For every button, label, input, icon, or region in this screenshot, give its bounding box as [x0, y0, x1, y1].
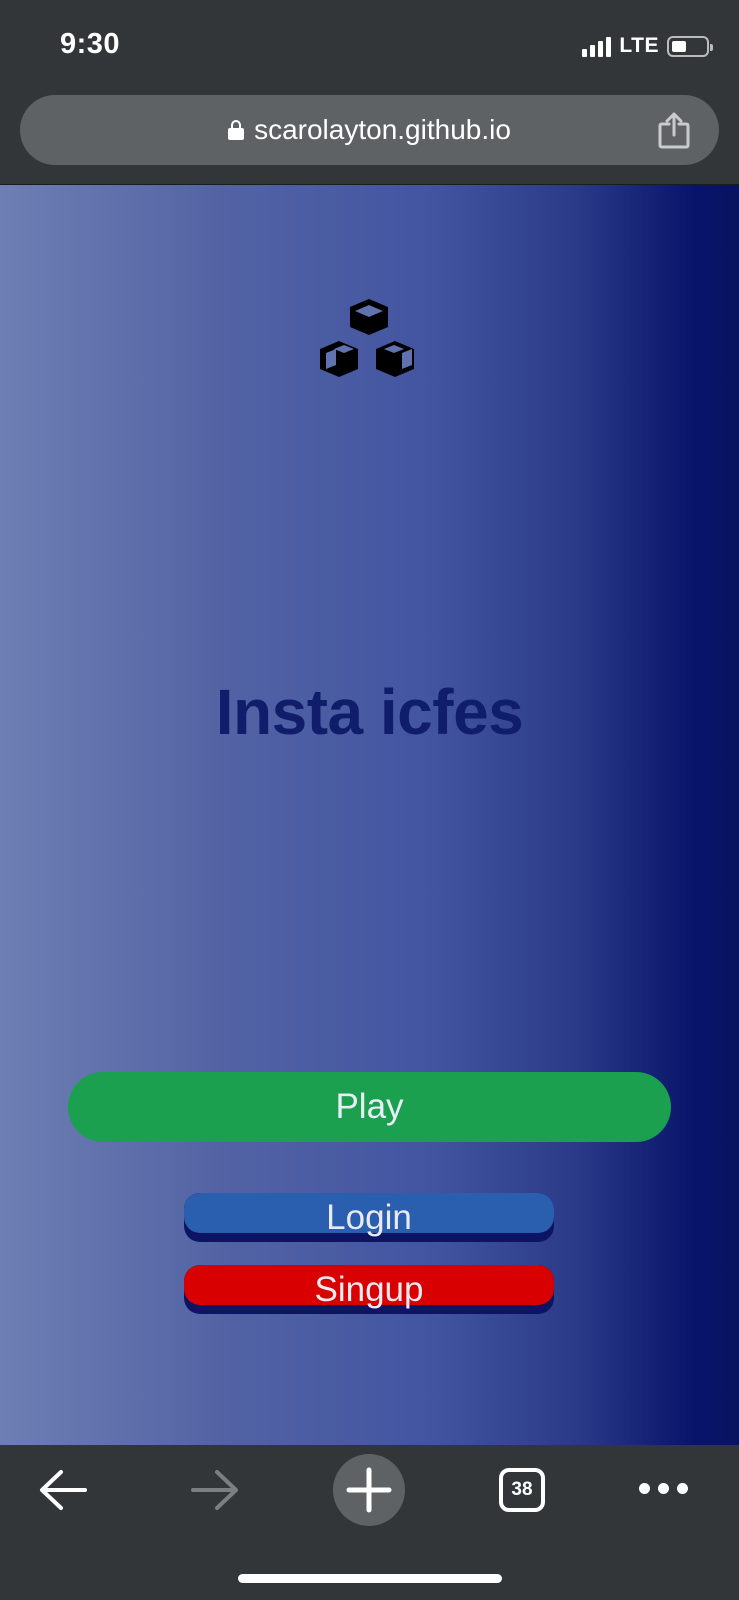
signup-button-label: Singup — [314, 1270, 424, 1309]
more-button[interactable] — [628, 1445, 698, 1535]
lock-icon — [228, 120, 245, 140]
plus-icon — [346, 1467, 392, 1513]
page-title: Insta icfes — [215, 676, 524, 748]
play-button[interactable]: Play — [68, 1072, 671, 1142]
login-button-label: Login — [326, 1198, 412, 1237]
share-icon[interactable] — [657, 111, 691, 149]
back-arrow-icon — [40, 1470, 87, 1510]
battery-icon — [667, 35, 713, 57]
more-icon — [635, 1481, 692, 1499]
signal-icon — [582, 35, 612, 57]
login-button[interactable]: Login — [184, 1193, 554, 1242]
forward-arrow-icon — [191, 1470, 238, 1510]
url-text: scarolayton.github.io — [254, 114, 511, 145]
status-indicators: LTE — [582, 34, 713, 58]
cubes-icon — [320, 299, 414, 377]
home-indicator[interactable] — [238, 1574, 502, 1583]
back-button[interactable] — [28, 1445, 98, 1535]
url-display[interactable]: scarolayton.github.io — [20, 95, 719, 165]
network-type: LTE — [619, 34, 659, 57]
forward-button[interactable] — [180, 1445, 250, 1535]
new-tab-button[interactable] — [333, 1445, 405, 1535]
status-bar: 9:30 LTE — [0, 0, 739, 90]
signup-button[interactable]: Singup — [184, 1265, 554, 1314]
address-bar[interactable]: scarolayton.github.io — [20, 95, 719, 165]
status-time: 9:30 — [60, 28, 121, 60]
tabs-icon: 38 — [499, 1468, 545, 1512]
web-page: Insta icfes Play Login Singup — [0, 185, 739, 1445]
tabs-button[interactable]: 38 — [492, 1445, 552, 1535]
tab-count: 38 — [511, 1479, 533, 1500]
